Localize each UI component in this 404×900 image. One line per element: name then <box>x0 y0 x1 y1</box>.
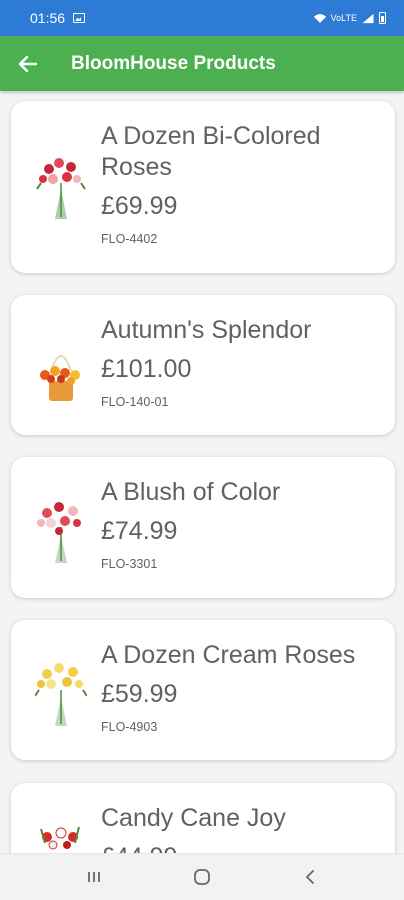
battery-icon <box>379 12 386 24</box>
product-price: £74.99 <box>101 517 178 545</box>
product-info: A Blush of Color £74.99 FLO-3301 <box>101 477 381 571</box>
image-notification-icon <box>73 13 86 23</box>
network-label: VoLTE <box>330 13 357 23</box>
system-nav-bar <box>0 853 404 900</box>
page-title: BloomHouse Products <box>71 52 276 74</box>
product-price: £44.99 <box>101 842 381 853</box>
product-info: A Dozen Cream Roses £59.99 FLO-4903 <box>101 640 381 734</box>
product-price: £59.99 <box>101 680 178 708</box>
product-info: A Dozen Bi-Colored Roses £69.99 FLO-4402 <box>101 121 381 246</box>
product-info: Autumn's Splendor £101.00 FLO-140-01 <box>101 315 381 409</box>
product-image <box>40 355 80 401</box>
home-icon[interactable] <box>182 862 222 892</box>
back-arrow-icon[interactable] <box>0 36 56 91</box>
product-image <box>40 826 80 850</box>
product-name: Candy Cane Joy <box>101 804 286 832</box>
product-list[interactable]: A Dozen Bi-Colored Roses £69.99 FLO-4402… <box>0 91 404 853</box>
app-bar: BloomHouse Products <box>0 36 404 91</box>
product-image <box>35 663 87 726</box>
signal-icon <box>362 13 374 23</box>
product-card[interactable]: A Dozen Bi-Colored Roses £69.99 FLO-4402 <box>11 101 395 273</box>
product-card[interactable]: A Dozen Cream Roses £59.99 FLO-4903 <box>11 620 395 760</box>
product-sku: FLO-3301 <box>101 557 158 571</box>
status-icons: VoLTE <box>313 12 386 24</box>
product-card[interactable]: Candy Cane Joy £44.99 <box>11 783 395 853</box>
product-price: £101.00 <box>101 355 192 383</box>
status-time: 01:56 <box>30 10 66 26</box>
product-name: A Dozen Cream Roses <box>101 641 356 669</box>
product-name: A Blush of Color <box>101 478 281 506</box>
product-name: A Dozen Bi-Colored Roses <box>101 122 321 181</box>
product-sku: FLO-4402 <box>101 232 158 246</box>
product-name: Autumn's Splendor <box>101 316 312 344</box>
product-sku: FLO-140-01 <box>101 395 169 409</box>
product-image <box>37 502 81 563</box>
product-card[interactable]: Autumn's Splendor £101.00 FLO-140-01 <box>11 295 395 435</box>
recent-apps-icon[interactable] <box>74 862 114 892</box>
status-bar: 01:56 VoLTE <box>0 0 404 36</box>
product-image <box>36 158 86 219</box>
back-icon[interactable] <box>290 862 330 892</box>
wifi-icon <box>313 13 326 23</box>
product-sku: FLO-4903 <box>101 720 158 734</box>
product-price: £69.99 <box>101 192 178 220</box>
product-card[interactable]: A Blush of Color £74.99 FLO-3301 <box>11 457 395 598</box>
product-info: Candy Cane Joy £44.99 <box>101 803 381 853</box>
